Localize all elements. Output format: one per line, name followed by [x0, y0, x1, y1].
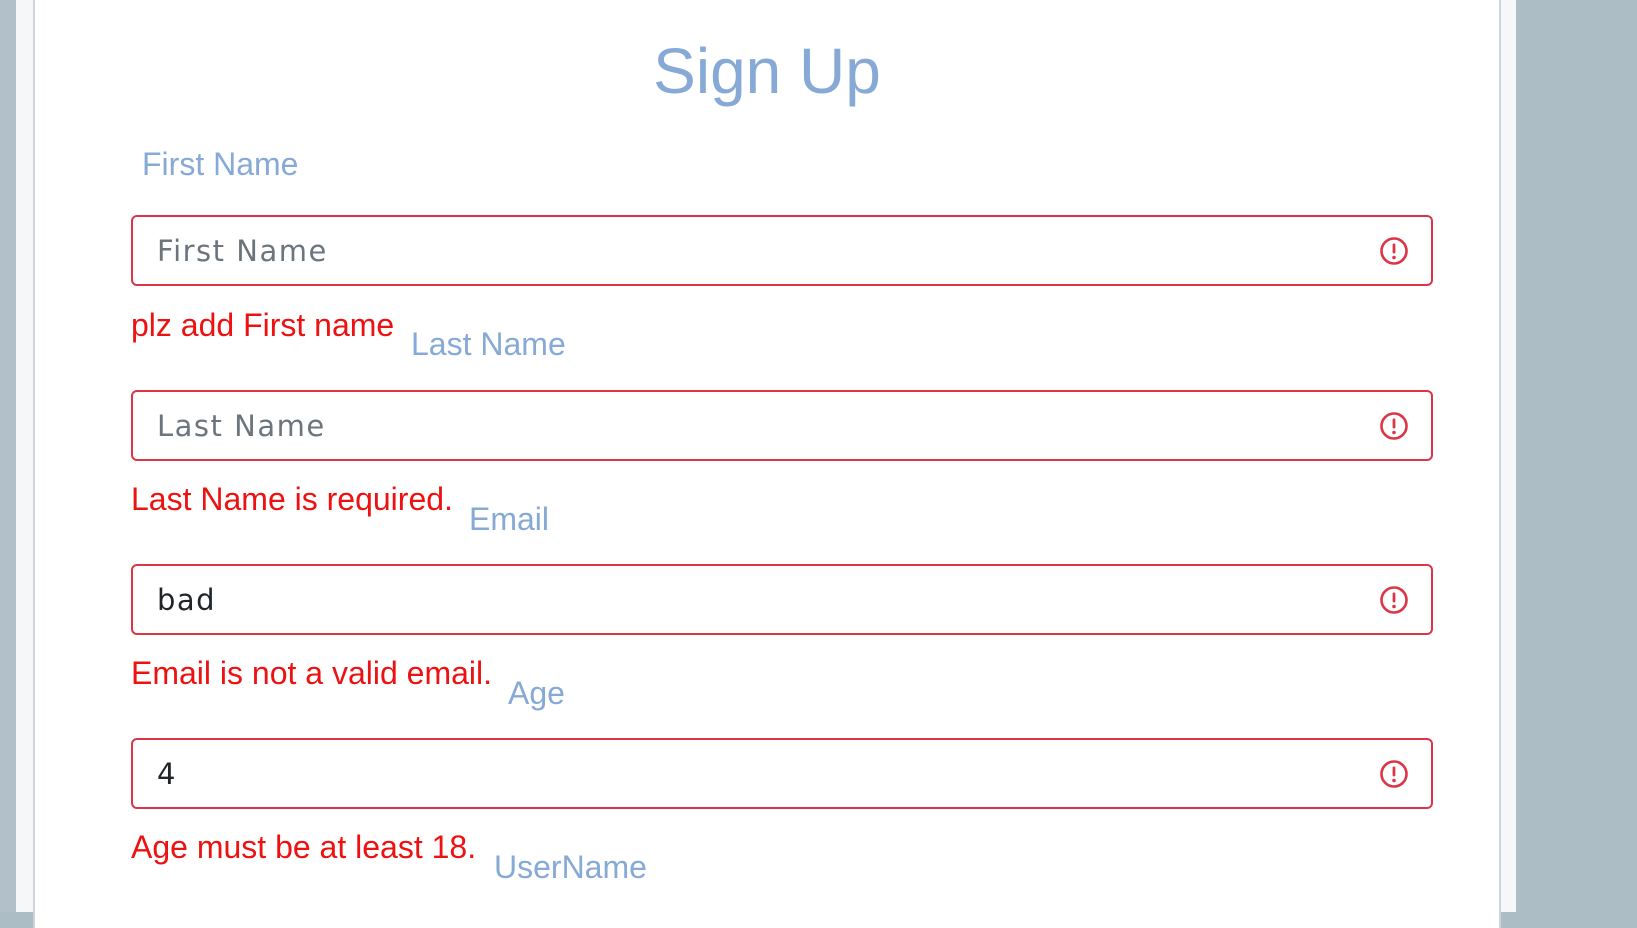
age-label: Age — [508, 675, 565, 711]
age-field-wrapper — [131, 738, 1433, 809]
first-name-label: First Name — [142, 146, 299, 182]
first-name-input[interactable] — [133, 217, 1363, 284]
exclamation-circle-icon — [1380, 760, 1408, 788]
page-title: Sign Up — [653, 35, 881, 107]
exclamation-circle-icon — [1380, 586, 1408, 614]
last-name-label: Last Name — [411, 326, 566, 362]
username-label: UserName — [494, 849, 647, 885]
first-name-error: plz add First name — [131, 307, 395, 343]
email-field-wrapper — [131, 564, 1433, 635]
age-input[interactable] — [133, 740, 1363, 807]
page-background: Sign Up First Name plz add First name La… — [16, 0, 1516, 928]
email-error: Email is not a valid email. — [131, 655, 493, 691]
last-name-field-wrapper — [131, 390, 1433, 461]
exclamation-circle-icon — [1380, 412, 1408, 440]
age-error: Age must be at least 18. — [131, 829, 477, 865]
background-strip — [0, 0, 16, 912]
first-name-field-wrapper — [131, 215, 1433, 286]
email-input[interactable] — [133, 566, 1363, 633]
email-label: Email — [469, 501, 550, 537]
last-name-error: Last Name is required. — [131, 481, 453, 517]
exclamation-circle-icon — [1380, 237, 1408, 265]
last-name-input[interactable] — [133, 392, 1363, 459]
signup-card: Sign Up First Name plz add First name La… — [33, 0, 1501, 928]
